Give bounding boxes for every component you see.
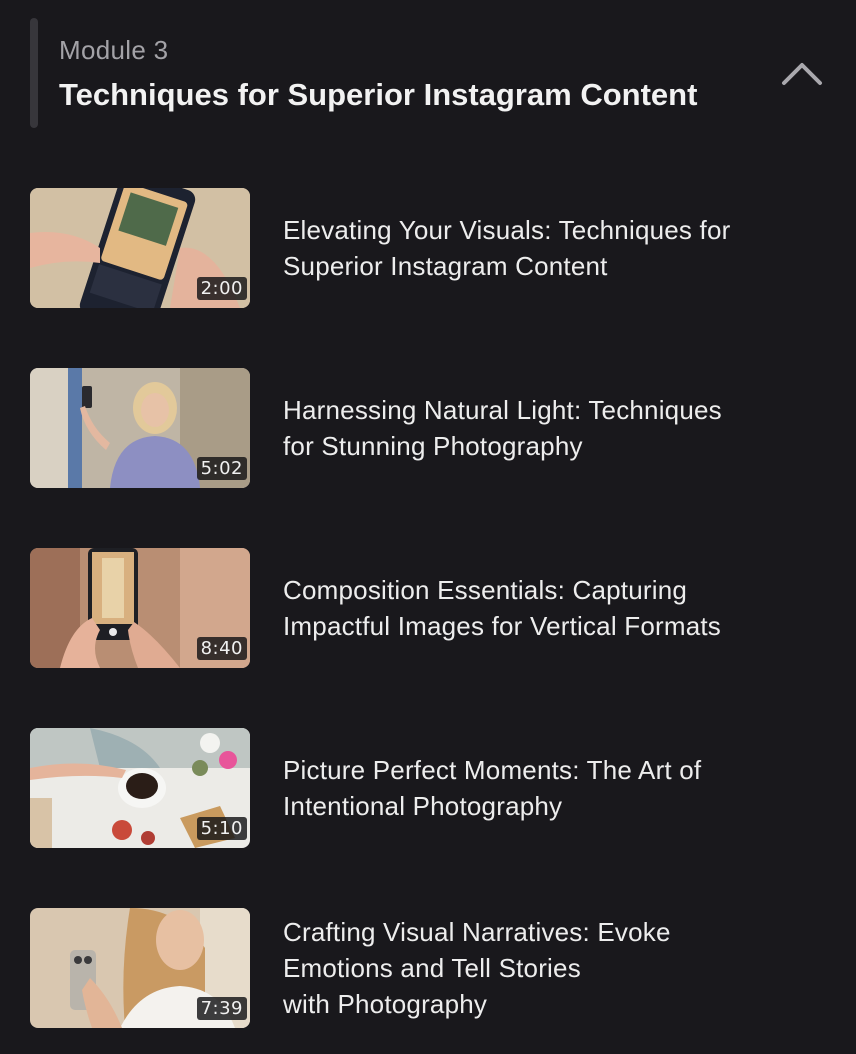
lesson-title-line: Emotions and Tell Stories (283, 953, 581, 983)
lesson-thumbnail[interactable]: 7:39 (30, 908, 250, 1028)
lesson-title-line: Harnessing Natural Light: Techniques (283, 395, 722, 425)
lesson-thumbnail[interactable]: 2:00 (30, 188, 250, 308)
lesson-title-line: Superior Instagram Content (283, 251, 608, 281)
lesson-title-line: Elevating Your Visuals: Techniques for (283, 215, 731, 245)
lesson-title[interactable]: Crafting Visual Narratives: Evoke Emotio… (283, 914, 803, 1022)
lesson-title-line: with Photography (283, 989, 488, 1019)
lesson-title-line: Picture Perfect Moments: The Art of (283, 755, 702, 785)
lesson-thumbnail[interactable]: 8:40 (30, 548, 250, 668)
collapse-module-button[interactable] (776, 52, 828, 96)
lesson-thumbnail[interactable]: 5:02 (30, 368, 250, 488)
lesson-title[interactable]: Elevating Your Visuals: Techniques for S… (283, 212, 803, 284)
module-header[interactable]: Module 3 Techniques for Superior Instagr… (0, 0, 856, 140)
lesson-item[interactable]: 5:10 Picture Perfect Moments: The Art of… (0, 728, 856, 848)
lesson-duration: 7:39 (196, 997, 247, 1020)
lesson-title[interactable]: Composition Essentials: Capturing Impact… (283, 572, 803, 644)
lesson-title[interactable]: Picture Perfect Moments: The Art of Inte… (283, 752, 803, 824)
lesson-item[interactable]: 2:00 Elevating Your Visuals: Techniques … (0, 188, 856, 308)
lesson-item[interactable]: 8:40 Composition Essentials: Capturing I… (0, 548, 856, 668)
lesson-item[interactable]: 5:02 Harnessing Natural Light: Technique… (0, 368, 856, 488)
lesson-title-line: Crafting Visual Narratives: Evoke (283, 917, 671, 947)
lesson-title-line: Composition Essentials: Capturing (283, 575, 688, 605)
lesson-title-line: Impactful Images for Vertical Formats (283, 611, 721, 641)
lesson-duration: 5:02 (196, 457, 247, 480)
module-title: Techniques for Superior Instagram Conten… (59, 77, 698, 112)
lesson-duration: 8:40 (196, 637, 247, 660)
lesson-title[interactable]: Harnessing Natural Light: Techniques for… (283, 392, 803, 464)
module-accent-bar (30, 18, 38, 128)
lesson-item[interactable]: 7:39 Crafting Visual Narratives: Evoke E… (0, 908, 856, 1028)
lesson-thumbnail[interactable]: 5:10 (30, 728, 250, 848)
lesson-duration: 5:10 (196, 817, 247, 840)
lesson-duration: 2:00 (196, 277, 247, 300)
module-label: Module 3 (59, 35, 169, 65)
chevron-up-icon (782, 63, 822, 85)
lesson-title-line: for Stunning Photography (283, 431, 583, 461)
lesson-title-line: Intentional Photography (283, 791, 563, 821)
